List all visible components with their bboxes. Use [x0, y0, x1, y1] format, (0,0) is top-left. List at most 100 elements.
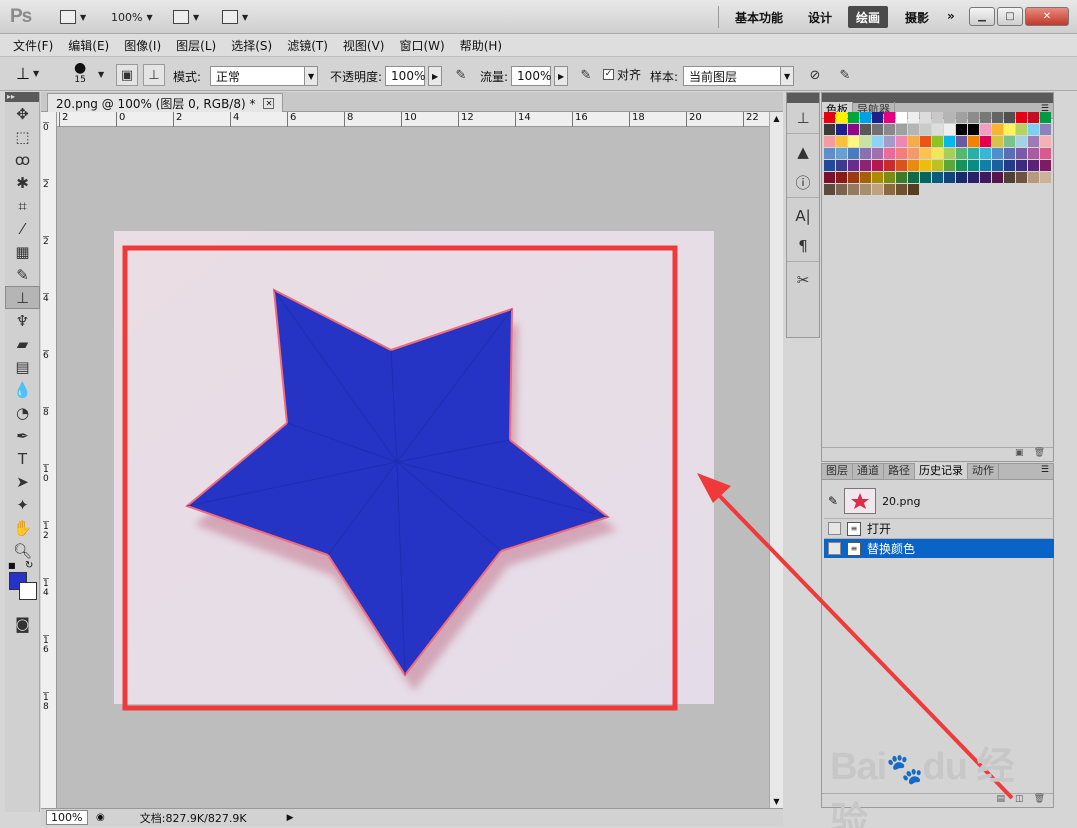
- color-swatch[interactable]: [847, 135, 860, 148]
- color-swatch[interactable]: [907, 123, 920, 136]
- color-swatch[interactable]: [991, 135, 1004, 148]
- color-swatch[interactable]: [835, 123, 848, 136]
- character-panel-icon[interactable]: A|: [787, 201, 819, 231]
- tools-panel-grip[interactable]: ▸▸: [5, 92, 39, 102]
- color-swatch[interactable]: [991, 147, 1004, 160]
- color-swatch[interactable]: [967, 147, 980, 160]
- color-swatch[interactable]: [895, 135, 908, 148]
- color-swatch[interactable]: [907, 159, 920, 172]
- color-swatch[interactable]: [824, 123, 836, 136]
- color-swatch[interactable]: [859, 183, 872, 196]
- color-swatch[interactable]: [931, 112, 944, 124]
- color-swatch[interactable]: [895, 183, 908, 196]
- screen-mode-button[interactable]: ▼: [222, 8, 248, 26]
- scroll-up-icon[interactable]: ▲: [770, 114, 783, 123]
- color-swatch[interactable]: [919, 159, 932, 172]
- vertical-scrollbar[interactable]: ▲ ▼: [769, 112, 783, 808]
- color-swatch[interactable]: [979, 171, 992, 184]
- history-snapshot[interactable]: ✎ 20.png: [824, 486, 1054, 516]
- color-swatch[interactable]: [835, 135, 848, 148]
- color-swatch[interactable]: [955, 171, 968, 184]
- lasso-tool-icon[interactable]: ꝏ: [5, 148, 40, 171]
- eyedropper-tool-icon[interactable]: ⁄: [5, 217, 40, 240]
- brush-panel-toggle-icon[interactable]: ▣: [116, 64, 138, 86]
- color-swatch[interactable]: [824, 183, 836, 196]
- color-swatch[interactable]: [919, 171, 932, 184]
- histogram-icon[interactable]: ▲: [787, 137, 819, 167]
- color-swatch[interactable]: [1003, 135, 1016, 148]
- delete-swatch-icon[interactable]: 🗑︎: [1034, 448, 1045, 461]
- color-swatch[interactable]: [847, 183, 860, 196]
- color-swatch[interactable]: [1015, 147, 1028, 160]
- color-swatch[interactable]: [931, 123, 944, 136]
- color-swatch[interactable]: [1027, 171, 1040, 184]
- pen-tool-icon[interactable]: ✒: [5, 424, 40, 447]
- paragraph-panel-icon[interactable]: ¶: [787, 231, 819, 261]
- menu-edit[interactable]: 编辑(E): [68, 37, 109, 54]
- tab-actions[interactable]: 动作: [968, 463, 999, 479]
- color-swatch[interactable]: [835, 171, 848, 184]
- color-swatch[interactable]: [1039, 147, 1052, 160]
- tab-history[interactable]: 历史记录: [915, 463, 968, 479]
- zoom-tool-icon[interactable]: 🔍︎: [5, 539, 40, 562]
- color-swatch[interactable]: [895, 159, 908, 172]
- background-color-swatch[interactable]: [19, 582, 37, 600]
- color-swatch[interactable]: [824, 159, 836, 172]
- color-swatch[interactable]: [883, 147, 896, 160]
- menu-layer[interactable]: 图层(L): [176, 37, 216, 54]
- workspace-design[interactable]: 设计: [808, 9, 832, 26]
- color-swatch[interactable]: [943, 123, 956, 136]
- color-swatch[interactable]: [943, 135, 956, 148]
- mode-select-arrow[interactable]: ▼: [304, 66, 319, 86]
- close-button[interactable]: ✕: [1025, 7, 1069, 26]
- gradient-tool-icon[interactable]: ▤: [5, 355, 40, 378]
- color-swatch[interactable]: [847, 112, 860, 124]
- color-swatch[interactable]: [871, 112, 884, 124]
- color-swatch[interactable]: [907, 135, 920, 148]
- color-swatch[interactable]: [859, 135, 872, 148]
- color-swatch[interactable]: [871, 159, 884, 172]
- minimize-button[interactable]: ▁: [969, 7, 995, 26]
- color-swatch[interactable]: [1039, 112, 1052, 124]
- tool-presets-icon[interactable]: ✂: [787, 265, 819, 295]
- color-swatch[interactable]: [1003, 159, 1016, 172]
- opacity-slider-button[interactable]: ▶: [428, 66, 443, 86]
- flow-input[interactable]: 100%: [511, 66, 551, 86]
- color-swatch[interactable]: [883, 123, 896, 136]
- menu-filter[interactable]: 滤镜(T): [287, 37, 328, 54]
- workspace-essentials[interactable]: 基本功能: [735, 9, 783, 26]
- color-swatch[interactable]: [835, 147, 848, 160]
- color-swatch[interactable]: [1003, 123, 1016, 136]
- history-source-checkbox[interactable]: [828, 522, 841, 535]
- color-swatch[interactable]: [955, 147, 968, 160]
- more-workspaces-button[interactable]: »: [947, 9, 955, 23]
- scroll-down-icon[interactable]: ▼: [770, 797, 783, 806]
- color-swatch[interactable]: [991, 112, 1004, 124]
- path-selection-tool-icon[interactable]: ➤: [5, 470, 40, 493]
- color-swatch[interactable]: [824, 112, 836, 124]
- pressure-opacity-icon[interactable]: ✎: [450, 64, 472, 86]
- color-swatch[interactable]: [931, 171, 944, 184]
- marquee-tool-icon[interactable]: ⬚: [5, 125, 40, 148]
- color-swatch[interactable]: [979, 112, 992, 124]
- launch-bridge-button[interactable]: ▼: [60, 8, 86, 26]
- history-panel-menu-icon[interactable]: ☰: [1041, 465, 1049, 475]
- horizontal-ruler[interactable]: 2 0 2 4 6 8 10 12 14 16 18 20 22: [57, 112, 769, 127]
- color-swatch[interactable]: [955, 112, 968, 124]
- color-swatch[interactable]: [835, 159, 848, 172]
- clone-stamp-tool-icon[interactable]: ⊥: [5, 286, 40, 309]
- color-swatch[interactable]: [824, 135, 836, 148]
- color-swatch[interactable]: [1027, 123, 1040, 136]
- info-icon[interactable]: ⓘ: [787, 167, 819, 197]
- color-swatch[interactable]: [824, 171, 836, 184]
- color-swatch[interactable]: [1027, 112, 1040, 124]
- color-swatch[interactable]: [919, 147, 932, 160]
- vertical-ruler[interactable]: 0 2 2 4 6 8 1 0 1 2 1 4 1 6 1 8: [41, 112, 57, 808]
- opacity-input[interactable]: 100%: [385, 66, 425, 86]
- color-swatch[interactable]: [871, 171, 884, 184]
- color-swatch[interactable]: [931, 135, 944, 148]
- color-swatch[interactable]: [895, 123, 908, 136]
- color-swatch[interactable]: [895, 147, 908, 160]
- color-swatch[interactable]: [835, 183, 848, 196]
- color-swatch[interactable]: [1003, 171, 1016, 184]
